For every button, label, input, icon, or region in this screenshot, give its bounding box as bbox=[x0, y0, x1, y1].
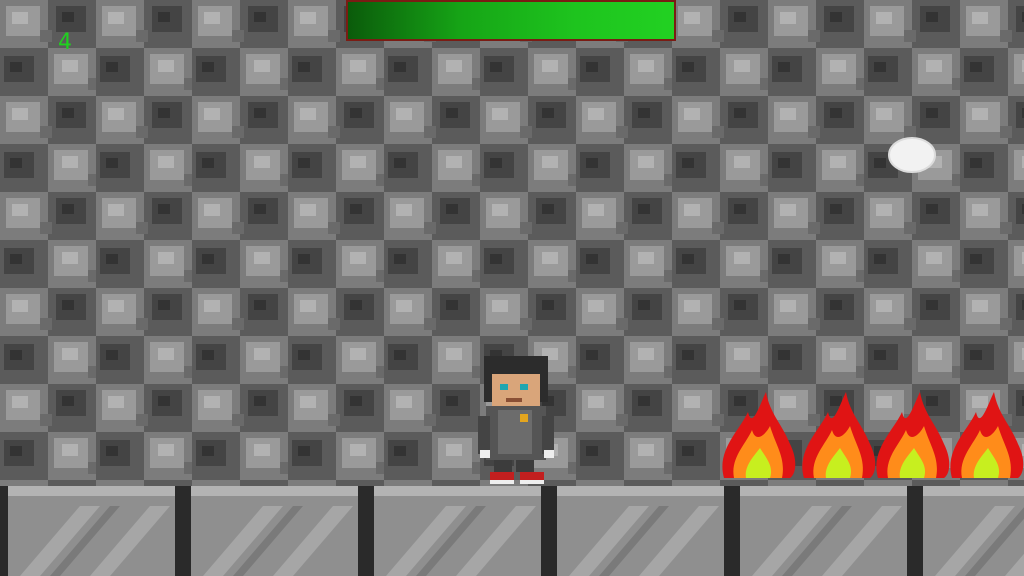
stone-floor bbox=[0, 486, 1024, 576]
health-bar-fill bbox=[348, 2, 674, 39]
score-counter: 4 bbox=[58, 30, 72, 55]
health-bar bbox=[346, 0, 676, 41]
game-scene bbox=[0, 0, 1024, 576]
white-ball-projectile bbox=[888, 137, 936, 173]
